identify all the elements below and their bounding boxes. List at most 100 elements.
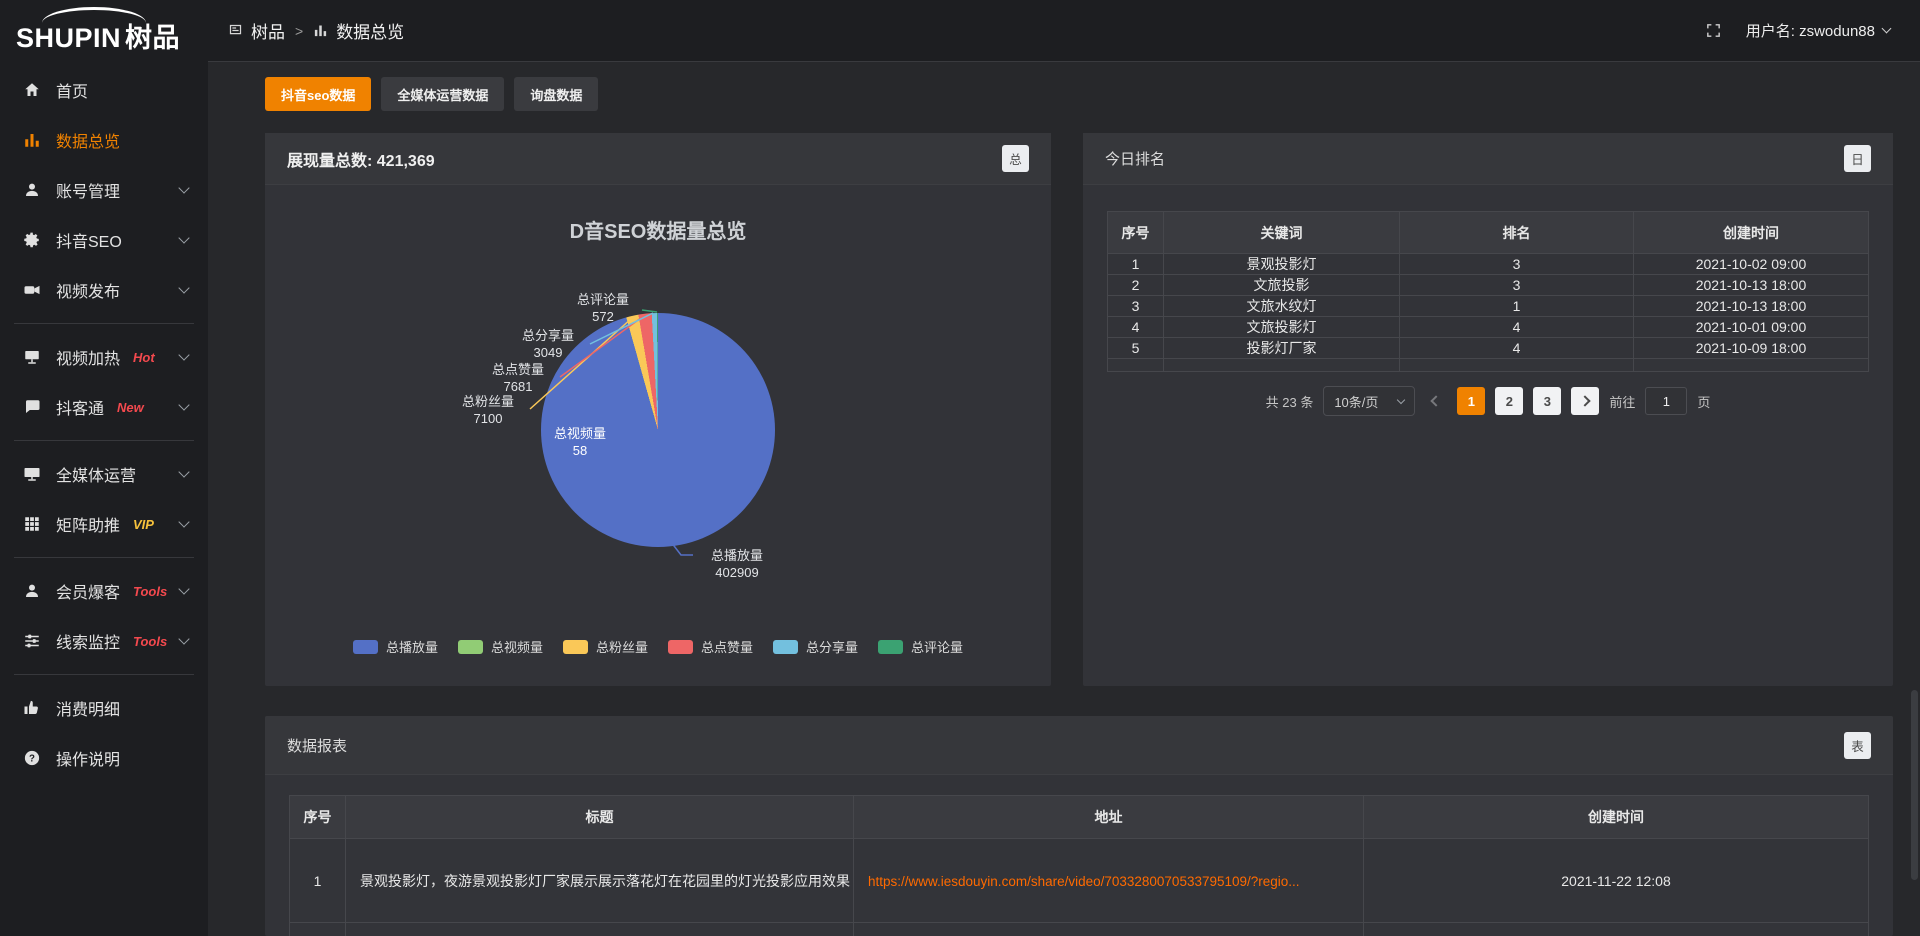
- page-button-3[interactable]: 3: [1533, 387, 1561, 415]
- prev-page-button[interactable]: [1425, 387, 1447, 415]
- chevron-down-icon: [1882, 24, 1892, 34]
- sidebar-item-lead-monitor[interactable]: 线索监控 Tools: [0, 616, 208, 666]
- legend-item-shares[interactable]: 总分享量: [773, 637, 858, 656]
- breadcrumb-root[interactable]: 树品: [251, 18, 285, 43]
- pie-label-value: 58: [537, 442, 623, 459]
- ranking-title: 今日排名: [1105, 148, 1165, 169]
- legend-item-plays[interactable]: 总播放量: [353, 637, 438, 656]
- cell-rank: 4: [1400, 338, 1634, 359]
- seo-overview-header: 展现量总数: 421,369 总: [265, 133, 1051, 185]
- sidebar-item-label: 抖客通: [56, 395, 104, 419]
- next-page-button[interactable]: [1571, 387, 1599, 415]
- sidebar-item-douyin-seo[interactable]: 抖音SEO: [0, 215, 208, 265]
- chevron-down-icon: [178, 583, 189, 594]
- sliders-icon: [22, 632, 42, 650]
- sidebar-item-video-publish[interactable]: 视频发布: [0, 265, 208, 315]
- home-icon: [22, 81, 42, 99]
- sidebar-item-label: 矩阵助推: [56, 512, 120, 536]
- legend-item-fans[interactable]: 总粉丝量: [563, 637, 648, 656]
- column-header: 排名: [1400, 212, 1634, 254]
- column-header: 序号: [1108, 212, 1164, 254]
- report-header: 数据报表 表: [265, 716, 1893, 775]
- sidebar-item-member-burst[interactable]: 会员爆客 Tools: [0, 566, 208, 616]
- page-size-value: 10条/页: [1334, 392, 1378, 411]
- panels-row: 展现量总数: 421,369 总 D音SEO数据量总览: [265, 133, 1893, 686]
- sidebar-item-label: 线索监控: [56, 629, 120, 653]
- tab-inquiry-data[interactable]: 询盘数据: [514, 77, 598, 111]
- sidebar-item-spend-detail[interactable]: 消费明细: [0, 683, 208, 733]
- table-row[interactable]: 2 文旅投影 3 2021-10-13 18:00: [1108, 275, 1869, 296]
- sidebar-item-label: 消费明细: [56, 696, 120, 720]
- cell-rank: 3: [1400, 275, 1634, 296]
- page-button-2[interactable]: 2: [1495, 387, 1523, 415]
- total-toggle-button[interactable]: 总: [1002, 145, 1029, 172]
- sidebar-item-video-heat[interactable]: 视频加热 Hot: [0, 332, 208, 382]
- table-row-clipped: [290, 923, 1869, 936]
- column-header: 关键词: [1164, 212, 1400, 254]
- table-row[interactable]: 1 景观投影灯 3 2021-10-02 09:00: [1108, 254, 1869, 275]
- sidebar-item-matrix-boost[interactable]: 矩阵助推 VIP: [0, 499, 208, 549]
- cell-rank: 1: [1400, 296, 1634, 317]
- cell-keyword: 投影灯厂家: [1164, 338, 1400, 359]
- tab-media-ops-data[interactable]: 全媒体运营数据: [381, 77, 504, 111]
- legend-swatch: [878, 640, 903, 654]
- legend-label: 总粉丝量: [596, 637, 648, 656]
- video-url-link[interactable]: https://www.iesdouyin.com/share/video/70…: [868, 874, 1300, 889]
- table-row[interactable]: 3 文旅水纹灯 1 2021-10-13 18:00: [1108, 296, 1869, 317]
- page-button-1[interactable]: 1: [1457, 387, 1485, 415]
- sidebar-item-data-overview[interactable]: 数据总览: [0, 115, 208, 165]
- table-row[interactable]: 5 投影灯厂家 4 2021-10-09 18:00: [1108, 338, 1869, 359]
- chevron-down-icon: [178, 466, 189, 477]
- legend-item-videos[interactable]: 总视频量: [458, 637, 543, 656]
- bar-chart-icon: [22, 131, 42, 149]
- sidebar-item-media-ops[interactable]: 全媒体运营: [0, 449, 208, 499]
- scrollbar-thumb[interactable]: [1911, 690, 1918, 880]
- user-menu[interactable]: 用户名: zswodun88: [1746, 20, 1890, 41]
- legend-item-comments[interactable]: 总评论量: [878, 637, 963, 656]
- table-row[interactable]: 4 文旅投影灯 4 2021-10-01 09:00: [1108, 317, 1869, 338]
- ranking-table: 序号 关键词 排名 创建时间 1 景观投影灯 3: [1107, 211, 1869, 372]
- monitor-icon: [22, 465, 42, 483]
- sidebar-item-label: 视频加热: [56, 345, 120, 369]
- fullscreen-icon[interactable]: [1705, 22, 1722, 39]
- chart-legend: 总播放量 总视频量 总粉丝量 总点赞量 总分享量 总评论量: [265, 637, 1051, 656]
- legend-swatch: [458, 640, 483, 654]
- column-header: 创建时间: [1364, 796, 1869, 839]
- sidebar-item-accounts[interactable]: 账号管理: [0, 165, 208, 215]
- pie-label-shares: 总分享量 3049: [505, 327, 591, 361]
- username-label: 用户名: zswodun88: [1746, 20, 1875, 41]
- sidebar-item-home[interactable]: 首页: [0, 65, 208, 115]
- page-size-select[interactable]: 10条/页: [1323, 386, 1415, 416]
- sidebar-item-label: 账号管理: [56, 178, 120, 202]
- sidebar-item-label: 会员爆客: [56, 579, 120, 603]
- day-toggle-button[interactable]: 日: [1844, 145, 1871, 172]
- cell-no: 1: [1108, 254, 1164, 275]
- grid-icon: [228, 23, 243, 38]
- legend-item-likes[interactable]: 总点赞量: [668, 637, 753, 656]
- table-toggle-button[interactable]: 表: [1844, 732, 1871, 759]
- legend-label: 总点赞量: [701, 637, 753, 656]
- chevron-down-icon: [178, 282, 189, 293]
- chevron-down-icon: [1397, 395, 1405, 403]
- sidebar-divider: [14, 323, 194, 324]
- sidebar-item-doukotong[interactable]: 抖客通 New: [0, 382, 208, 432]
- logo[interactable]: SHUPIN树品: [0, 0, 208, 62]
- sidebar-item-label: 首页: [56, 78, 88, 102]
- goto-page-input[interactable]: [1645, 387, 1687, 415]
- pie-label-value: 402909: [691, 564, 783, 581]
- pie-label-name: 总视频量: [537, 425, 623, 442]
- pie-label-fans: 总粉丝量 7100: [445, 393, 531, 427]
- tab-douyin-seo-data[interactable]: 抖音seo数据: [265, 77, 371, 111]
- chevron-down-icon: [178, 232, 189, 243]
- chevron-left-icon: [1431, 395, 1442, 406]
- chart-title: D音SEO数据量总览: [265, 215, 1051, 244]
- cell-no: 1: [290, 839, 346, 923]
- header-actions: 用户名: zswodun88: [1705, 20, 1890, 41]
- cell-keyword: 文旅投影: [1164, 275, 1400, 296]
- table-row[interactable]: 1 景观投影灯，夜游景观投影灯厂家展示展示落花灯在花园里的灯光投影应用效果 # …: [290, 839, 1869, 923]
- legend-label: 总视频量: [491, 637, 543, 656]
- impressions-total: 展现量总数: 421,369: [287, 147, 435, 171]
- vip-badge: VIP: [133, 517, 154, 532]
- sidebar-item-help[interactable]: ? 操作说明: [0, 733, 208, 783]
- table-header-row: 序号 标题 地址 创建时间: [290, 796, 1869, 839]
